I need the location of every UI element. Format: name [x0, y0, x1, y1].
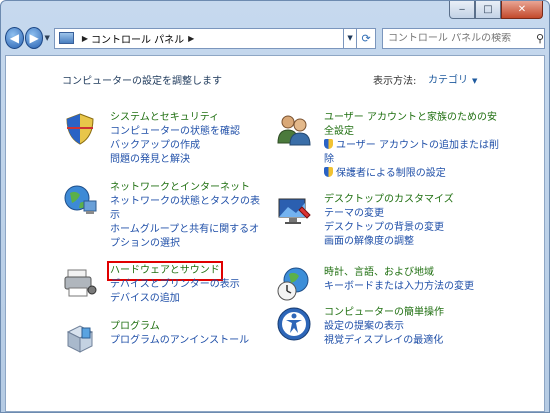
chevron-down-icon: ▼: [472, 77, 478, 85]
breadcrumb-control-panel[interactable]: コントロール パネル: [91, 31, 184, 46]
address-bar[interactable]: ▶ コントロール パネル ▶: [53, 27, 344, 49]
window-caption-buttons: ‒ □ ✕: [449, 1, 543, 19]
appearance-personalization-link[interactable]: デスクトップのカスタマイズ: [324, 193, 499, 207]
adjust-screen-resolution-link[interactable]: 画面の解像度の調整: [324, 235, 499, 249]
refresh-icon: ⟳: [361, 31, 371, 45]
change-desktop-background-link[interactable]: デスクトップの背景の変更: [324, 221, 499, 235]
homegroup-sharing-link[interactable]: ホームグループと共有に関するオプションの選択: [110, 223, 260, 251]
forward-arrow-icon: ▶: [29, 31, 39, 45]
view-by-dropdown[interactable]: カテゴリ ▼: [421, 67, 484, 87]
parental-controls-link[interactable]: 保護者による制限の設定: [324, 167, 499, 181]
optimize-visual-display-link[interactable]: 視覚ディスプレイの最適化: [324, 334, 499, 348]
search-box[interactable]: ⚲: [381, 27, 545, 49]
add-device-link[interactable]: デバイスの追加: [110, 292, 260, 306]
uninstall-program-link[interactable]: プログラムのアンインストール: [110, 334, 260, 348]
clock-language-region-link[interactable]: 時計、言語、および地域: [324, 266, 499, 280]
address-history-dropdown[interactable]: ▼: [343, 27, 358, 49]
view-by-value: カテゴリ: [428, 75, 468, 86]
content-pane: コンピューターの設定を調整します 表示方法: カテゴリ ▼ システムとセキュリティ…: [5, 55, 545, 412]
users-icon: [277, 115, 311, 146]
back-button[interactable]: ◀: [5, 27, 24, 49]
recent-pages-dropdown-icon[interactable]: ▼: [44, 34, 49, 42]
let-windows-suggest-settings-link[interactable]: 設定の提案の表示: [324, 320, 499, 334]
create-backup-link[interactable]: バックアップの作成: [110, 139, 260, 153]
forward-button[interactable]: ▶: [24, 27, 44, 49]
address-toolbar: ◀ ▶ ▼ ▶ コントロール パネル ▶ ▼ ⟳ ⚲: [5, 25, 545, 51]
chevron-down-icon: ▼: [347, 34, 353, 42]
desktop-monitor-icon: [278, 198, 311, 224]
back-arrow-icon: ◀: [9, 31, 19, 45]
search-input[interactable]: [387, 32, 536, 44]
check-computer-status-link[interactable]: コンピューターの状態を確認: [110, 125, 260, 139]
search-icon[interactable]: ⚲: [536, 32, 544, 45]
breadcrumb-arrow-icon[interactable]: ▶: [188, 34, 194, 43]
parental-controls-label: 保護者による制限の設定: [336, 168, 446, 179]
programs-link[interactable]: プログラム: [110, 320, 260, 334]
refresh-button[interactable]: ⟳: [357, 27, 376, 49]
maximize-button[interactable]: □: [475, 1, 501, 19]
add-remove-user-accounts-link[interactable]: ユーザー アカウントの追加または削除: [324, 139, 499, 167]
find-fix-problems-link[interactable]: 問題の発見と解決: [110, 153, 260, 167]
hardware-sound-link[interactable]: ハードウェアとサウンド: [107, 261, 223, 281]
view-network-status-link[interactable]: ネットワークの状態とタスクの表示: [110, 195, 260, 223]
printer-icon: [64, 269, 97, 297]
clock-globe-icon: [277, 267, 309, 301]
view-by-label: 表示方法:: [373, 76, 417, 87]
shield-icon: [66, 113, 94, 145]
ease-of-access-link[interactable]: コンピューターの簡単操作: [324, 306, 499, 320]
change-theme-link[interactable]: テーマの変更: [324, 207, 499, 221]
network-internet-link[interactable]: ネットワークとインターネット: [110, 181, 260, 195]
uac-shield-icon: [324, 139, 333, 149]
user-accounts-family-safety-link[interactable]: ユーザー アカウントと家族のための安全設定: [324, 111, 499, 139]
control-panel-window: ‒ □ ✕ ◀ ▶ ▼ ▶ コントロール パネル ▶ ▼ ⟳ ⚲ コンピューター…: [0, 0, 550, 413]
close-button[interactable]: ✕: [501, 1, 543, 19]
system-security-link[interactable]: システムとセキュリティ: [110, 111, 260, 125]
page-title: コンピューターの設定を調整します: [62, 76, 222, 87]
view-devices-printers-link[interactable]: デバイスとプリンターの表示: [110, 278, 260, 292]
programs-box-icon: [66, 325, 94, 353]
breadcrumb-arrow-icon[interactable]: ▶: [82, 34, 88, 43]
network-globe-icon: [64, 185, 97, 214]
control-panel-icon: [58, 32, 74, 44]
change-keyboard-input-link[interactable]: キーボードまたは入力方法の変更: [324, 280, 499, 294]
ease-of-access-icon: [277, 307, 311, 341]
add-remove-user-accounts-label: ユーザー アカウントの追加または削除: [324, 140, 499, 165]
minimize-button[interactable]: ‒: [449, 1, 475, 19]
uac-shield-icon: [324, 167, 333, 177]
